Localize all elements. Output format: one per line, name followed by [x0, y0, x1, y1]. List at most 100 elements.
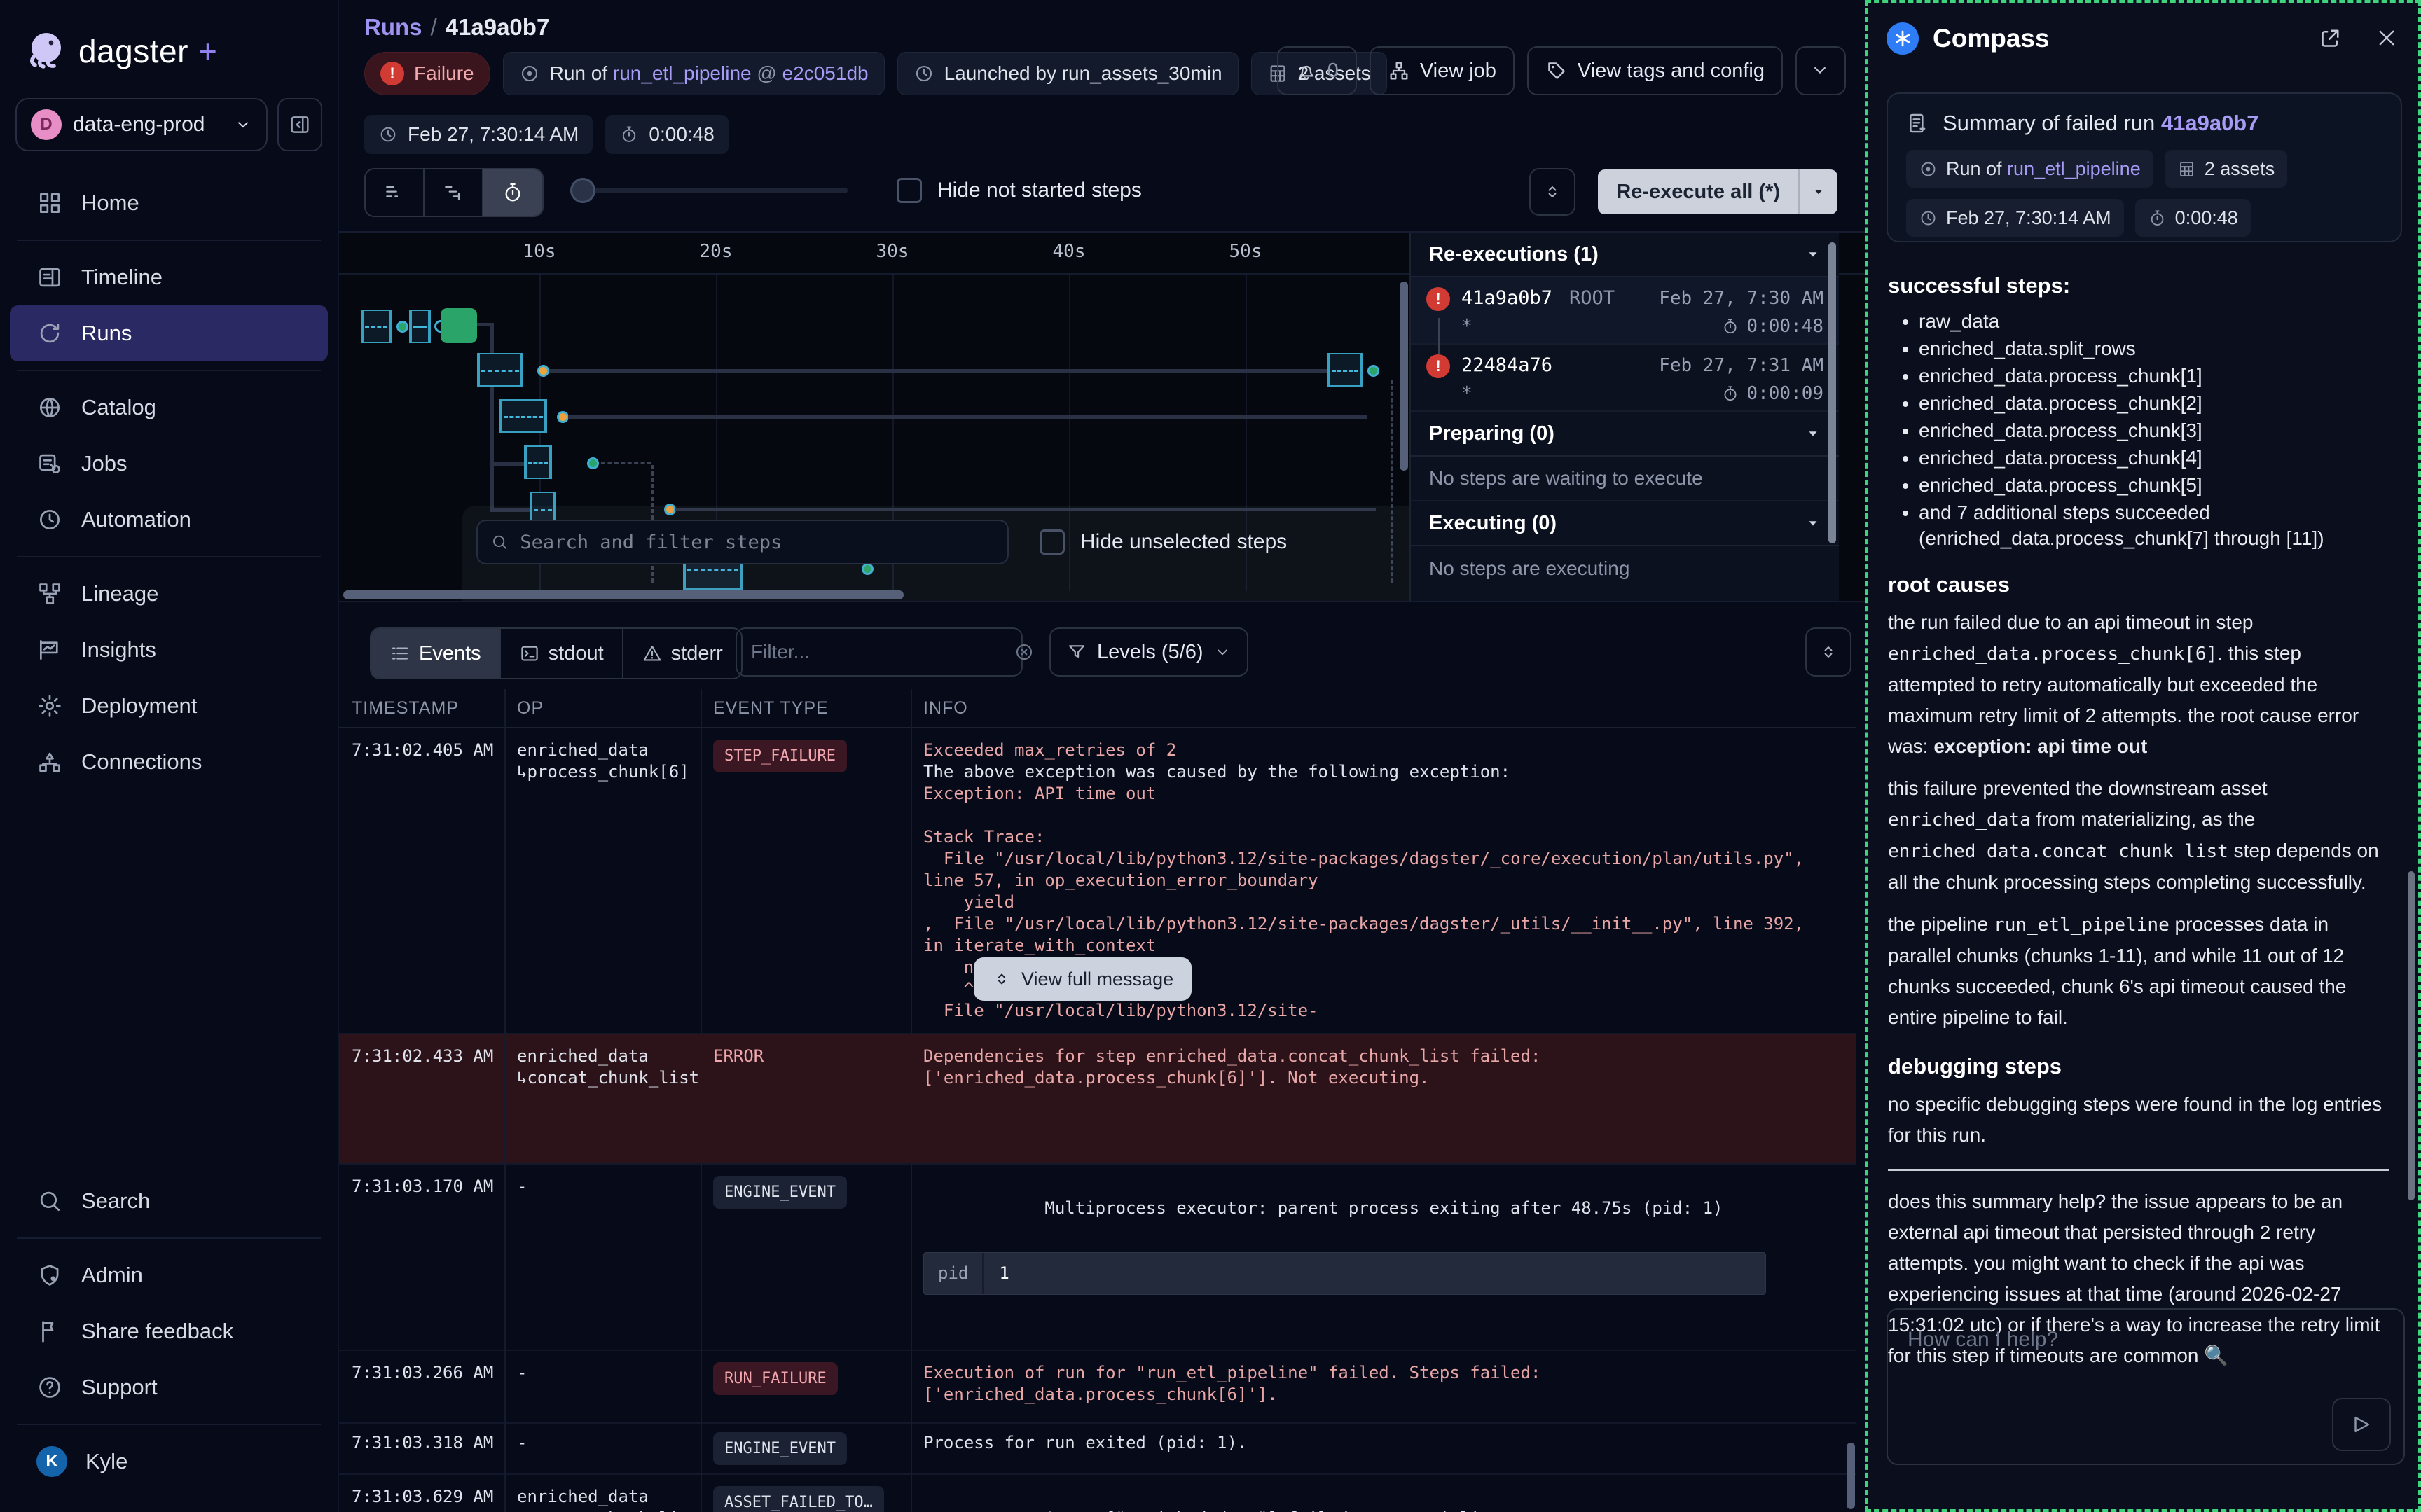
levels-dropdown[interactable]: Levels (5/6): [1049, 627, 1248, 677]
chat-input[interactable]: How can I help?: [1887, 1308, 2405, 1465]
sidebar-item-connections[interactable]: Connections: [10, 734, 328, 790]
gantt-view-switcher: [364, 168, 544, 217]
preparing-section-header[interactable]: Preparing (0): [1411, 412, 1839, 457]
table-row[interactable]: 7:31:02.433 AM enriched_data ↳concat_chu…: [339, 1034, 1856, 1165]
chevron-down-icon: [1805, 426, 1821, 441]
sidebar-item-timeline[interactable]: Timeline: [10, 249, 328, 305]
step-search-input[interactable]: [518, 531, 995, 554]
gantt-step-bar[interactable]: [361, 310, 392, 343]
checkbox[interactable]: [1040, 529, 1065, 555]
sidebar-collapse-button[interactable]: [277, 98, 322, 151]
run-date: Feb 27, 7:30 AM: [1659, 288, 1823, 309]
gantt-step-bar[interactable]: [524, 445, 552, 479]
run-of-tag[interactable]: Run of run_etl_pipeline @ e2c051db: [503, 52, 885, 95]
stopwatch-icon: [1721, 384, 1739, 403]
sidebar-item-catalog[interactable]: Catalog: [10, 380, 328, 436]
pipeline-link[interactable]: run_etl_pipeline: [613, 62, 752, 84]
target-icon: [1919, 160, 1938, 179]
tag-icon: [1545, 60, 1568, 82]
sidebar-item-runs[interactable]: Runs: [10, 305, 328, 361]
sidebar-item-support[interactable]: Support: [10, 1359, 328, 1415]
sidebar-item-label: Search: [81, 1188, 150, 1214]
reexecutions-section-header[interactable]: Re-executions (1): [1411, 233, 1839, 277]
event-op: enriched_data ↳concat_chunk_list: [504, 1046, 701, 1152]
launched-by-tag[interactable]: Launched by run_assets_30min: [897, 52, 1239, 95]
sidebar-item-label: Home: [81, 190, 139, 216]
reexecute-dropdown[interactable]: [1798, 169, 1837, 214]
sidebar-item-search[interactable]: Search: [10, 1173, 328, 1229]
send-button[interactable]: [2332, 1398, 2391, 1451]
compass-scrollbar[interactable]: [2408, 871, 2415, 1200]
metadata-key: pid: [924, 1253, 984, 1294]
header-actions: 0 View job View tags and config: [1277, 46, 1846, 95]
user-menu[interactable]: K Kyle: [10, 1434, 328, 1490]
alerts-button[interactable]: 0: [1277, 46, 1357, 95]
open-external-icon[interactable]: [2317, 26, 2343, 51]
panel-scrollbar[interactable]: [1828, 242, 1836, 543]
close-icon[interactable]: [2375, 26, 2400, 51]
breadcrumb-runs-link[interactable]: Runs: [364, 14, 422, 40]
gantt-step-bar[interactable]: [477, 353, 523, 387]
sidebar-item-lineage[interactable]: Lineage: [10, 566, 328, 622]
log-filter-field[interactable]: [736, 627, 1023, 677]
event-timestamp: 7:31:02.433 AM: [339, 1046, 504, 1152]
view-job-button[interactable]: View job: [1370, 46, 1515, 95]
flat-view-button[interactable]: [366, 169, 425, 216]
reexecute-all-button[interactable]: Re-execute all (*): [1598, 169, 1837, 214]
sidebar-item-share-feedback[interactable]: Share feedback: [10, 1303, 328, 1359]
more-actions-button[interactable]: [1795, 46, 1846, 95]
executing-section-header[interactable]: Executing (0): [1411, 501, 1839, 546]
sidebar-item-home[interactable]: Home: [10, 175, 328, 231]
reexecution-run-row[interactable]: ! 22484a76 Feb 27, 7:31 AM * 0:00:09: [1411, 345, 1839, 412]
zoom-slider[interactable]: [574, 188, 848, 193]
table-row[interactable]: 7:31:03.318 AM - ENGINE_EVENT Process fo…: [339, 1424, 1856, 1475]
commit-link[interactable]: e2c051db: [782, 62, 869, 84]
tab-stdout[interactable]: stdout: [501, 629, 623, 678]
sidebar-item-admin[interactable]: Admin: [10, 1247, 328, 1303]
table-row[interactable]: 7:31:03.629 AM enriched_data ↳concat_chu…: [339, 1475, 1856, 1512]
divider: [17, 1424, 321, 1425]
event-type-badge: ERROR: [713, 1046, 764, 1066]
org-switcher[interactable]: D data-eng-prod: [15, 98, 268, 151]
checkbox[interactable]: [897, 178, 922, 203]
flag-icon: [36, 1318, 63, 1345]
gantt-step-bar[interactable]: [499, 399, 547, 433]
error-icon: !: [1426, 287, 1450, 311]
step-search-field[interactable]: [476, 520, 1009, 564]
run-summary-card[interactable]: Summary of failed run 41a9a0b7 Run of ru…: [1887, 92, 2402, 242]
gantt-horizontal-scrollbar[interactable]: [343, 590, 904, 599]
gantt-expand-button[interactable]: [1529, 168, 1575, 216]
summary-run-id-link[interactable]: 41a9a0b7: [2161, 111, 2259, 135]
log-filter-input[interactable]: [750, 640, 1005, 664]
view-tags-config-button[interactable]: View tags and config: [1527, 46, 1783, 95]
tab-events[interactable]: Events: [371, 629, 501, 678]
gantt-step-bar[interactable]: [441, 308, 477, 343]
sidebar-item-jobs[interactable]: Jobs: [10, 436, 328, 492]
view-full-message-button[interactable]: View full message: [974, 957, 1192, 1001]
tab-stderr[interactable]: stderr: [623, 629, 741, 678]
table-scrollbar[interactable]: [1847, 1443, 1855, 1509]
table-row[interactable]: 7:31:03.266 AM - RUN_FAILURE Execution o…: [339, 1351, 1856, 1424]
summary-doc-icon: [1906, 111, 1930, 135]
sidebar-item-automation[interactable]: Automation: [10, 492, 328, 548]
chevron-down-icon: [1805, 247, 1821, 262]
reexecutions-panel: Re-executions (1) ! 41a9a0b7 ROOT Feb 27…: [1409, 233, 1839, 602]
sidebar-item-insights[interactable]: Insights: [10, 622, 328, 678]
reexecution-run-row[interactable]: ! 41a9a0b7 ROOT Feb 27, 7:30 AM * 0:00:4…: [1411, 277, 1839, 345]
clear-filter-icon[interactable]: [1014, 641, 1035, 663]
sidebar-footer-nav: Search Admin Share feedback Support K Ky…: [0, 1167, 338, 1512]
table-row[interactable]: 7:31:03.170 AM - ENGINE_EVENT Multiproce…: [339, 1165, 1856, 1351]
gantt-step-bar[interactable]: [409, 310, 431, 343]
timed-view-button[interactable]: [483, 169, 542, 216]
waterfall-view-button[interactable]: [425, 169, 483, 216]
sidebar-item-deployment[interactable]: Deployment: [10, 678, 328, 734]
gantt-step-bar[interactable]: [1327, 353, 1363, 387]
slider-knob[interactable]: [570, 178, 595, 203]
gantt-vertical-scrollbar[interactable]: [1400, 282, 1408, 471]
hide-unselected-checkbox[interactable]: Hide unselected steps: [1040, 529, 1287, 555]
list-item: raw_data: [1919, 308, 2389, 334]
hide-not-started-checkbox[interactable]: Hide not started steps: [897, 178, 1142, 203]
log-expand-button[interactable]: [1805, 627, 1851, 677]
funnel-icon: [1066, 641, 1087, 663]
event-type-badge: ASSET_FAILED_TO…: [713, 1486, 884, 1512]
